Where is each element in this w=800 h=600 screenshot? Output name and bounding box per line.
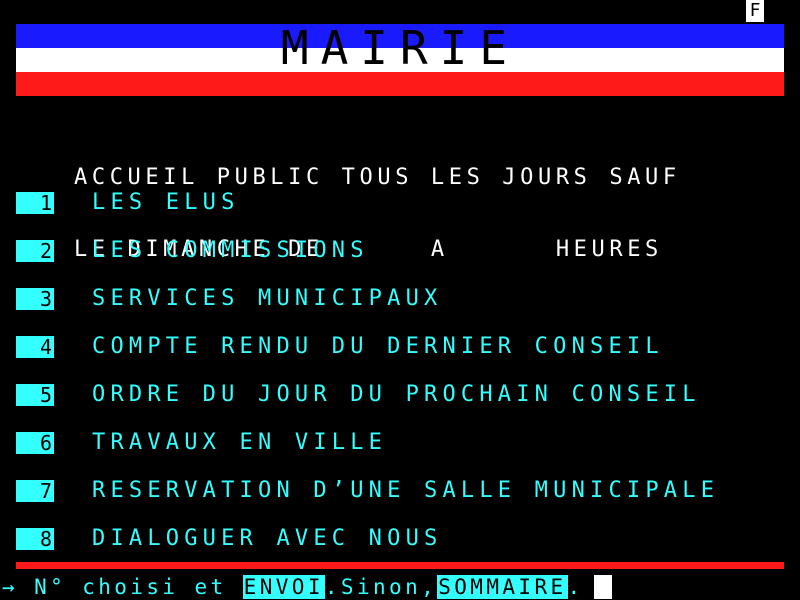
- footer-prompt-text: → N° choisi et: [2, 575, 243, 599]
- footer-middle-text: .Sinon,: [324, 575, 438, 599]
- menu-number[interactable]: 6: [16, 432, 54, 454]
- menu-number[interactable]: 4: [16, 336, 54, 358]
- menu-label[interactable]: RESERVATION D’UNE SALLE MUNICIPALE: [92, 478, 719, 504]
- page-title: MAIRIE: [280, 21, 520, 75]
- menu-item-travaux[interactable]: 6 TRAVAUX EN VILLE: [16, 430, 756, 456]
- menu-number[interactable]: 7: [16, 480, 54, 502]
- menu-item-commissions[interactable]: 2 LES COMMISSIONS: [16, 238, 756, 264]
- menu-label[interactable]: SERVICES MUNICIPAUX: [92, 286, 442, 312]
- menu-number[interactable]: 8: [16, 528, 54, 550]
- menu-item-elus[interactable]: 1 LES ELUS: [16, 190, 756, 216]
- menu-label[interactable]: ORDRE DU JOUR DU PROCHAIN CONSEIL: [92, 382, 701, 408]
- menu-item-reservation[interactable]: 7 RESERVATION D’UNE SALLE MUNICIPALE: [16, 478, 756, 504]
- menu-number[interactable]: 1: [16, 192, 54, 214]
- menu-item-services[interactable]: 3 SERVICES MUNICIPAUX: [16, 286, 756, 312]
- menu-label[interactable]: DIALOGUER AVEC NOUS: [92, 526, 442, 552]
- menu-item-ordre-du-jour[interactable]: 5 ORDRE DU JOUR DU PROCHAIN CONSEIL: [16, 382, 756, 408]
- status-indicator: F: [746, 0, 764, 22]
- menu-label[interactable]: LES ELUS: [92, 190, 240, 216]
- minitel-screen: F MAIRIE ACCUEIL PUBLIC TOUS LES JOURS S…: [2, 0, 784, 600]
- menu-number[interactable]: 5: [16, 384, 54, 406]
- menu-label[interactable]: TRAVAUX EN VILLE: [92, 430, 387, 456]
- footer-end-text: .: [567, 575, 584, 599]
- info-line-1: ACCUEIL PUBLIC TOUS LES JOURS SAUF: [74, 165, 681, 190]
- menu-number[interactable]: 3: [16, 288, 54, 310]
- menu-label[interactable]: LES COMMISSIONS: [92, 238, 369, 264]
- input-cursor[interactable]: [593, 575, 612, 599]
- menu-item-dialoguer[interactable]: 8 DIALOGUER AVEC NOUS: [16, 526, 756, 552]
- footer-prompt: → N° choisi et ENVOI .Sinon, SOMMAIRE.: [2, 574, 612, 600]
- menu-label[interactable]: COMPTE RENDU DU DERNIER CONSEIL: [92, 334, 664, 360]
- flag-red-band: [16, 72, 784, 96]
- menu-number[interactable]: 2: [16, 240, 54, 262]
- bottom-red-band: [16, 562, 784, 569]
- menu-item-compte-rendu[interactable]: 4 COMPTE RENDU DU DERNIER CONSEIL: [16, 334, 756, 360]
- envoi-key[interactable]: ENVOI: [242, 575, 325, 599]
- sommaire-key[interactable]: SOMMAIRE: [437, 575, 568, 599]
